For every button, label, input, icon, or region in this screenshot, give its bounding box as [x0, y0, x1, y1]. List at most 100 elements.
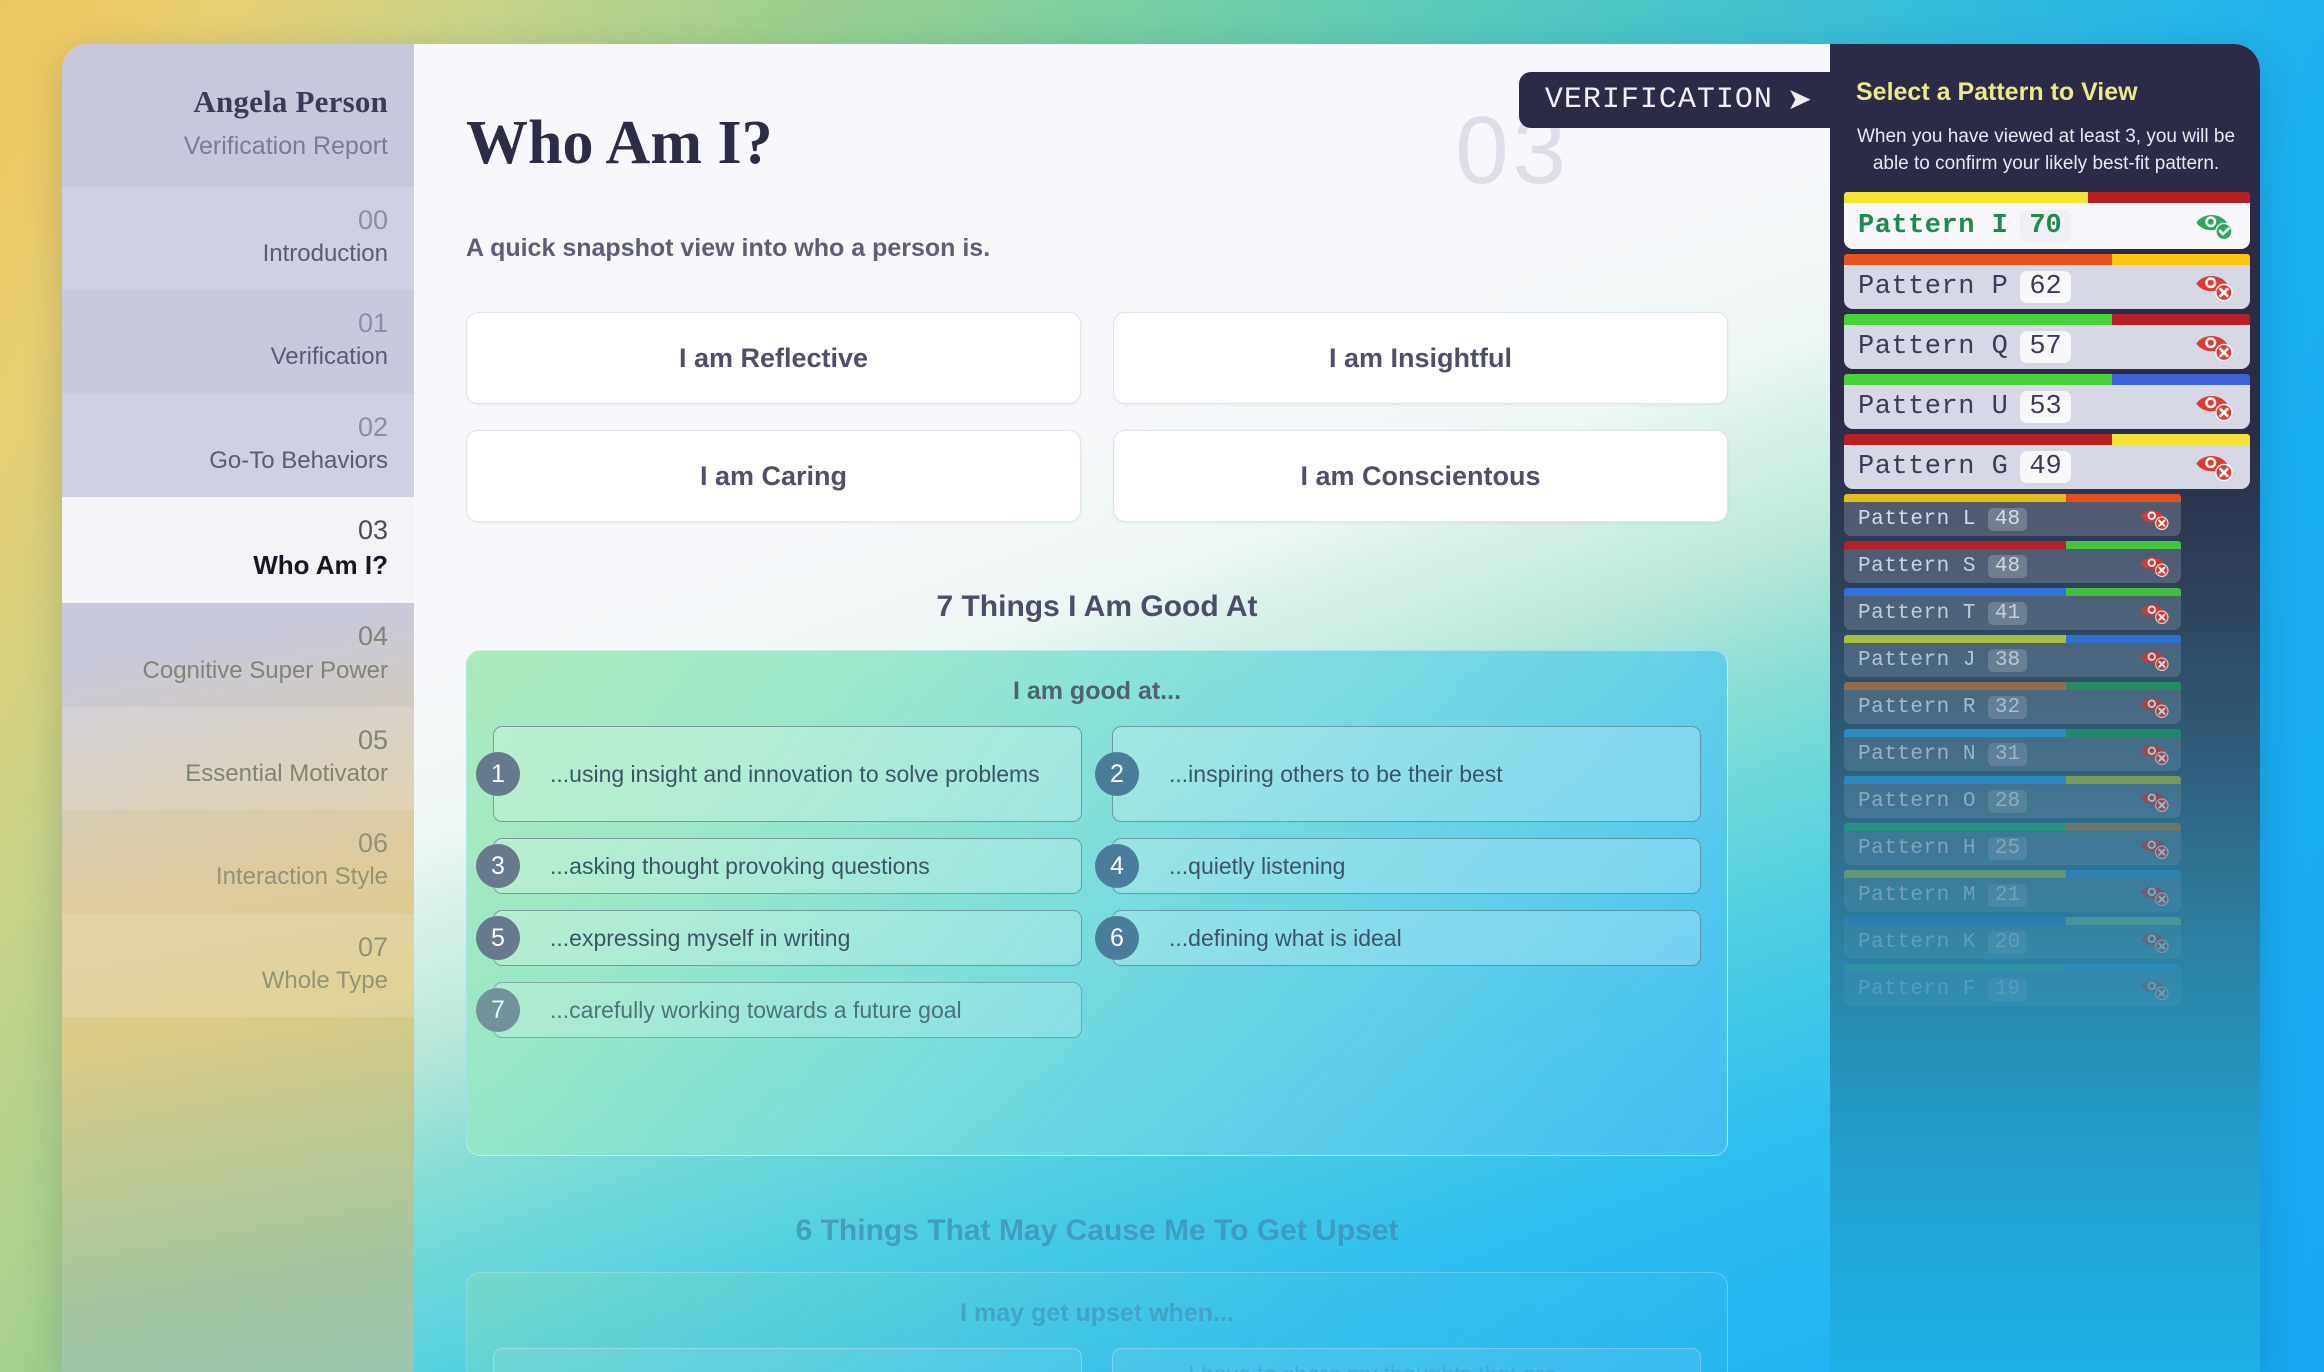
bar-segment-secondary [2066, 823, 2181, 831]
pattern-score: 20 [1987, 930, 2028, 954]
pattern-name: Pattern M [1858, 883, 1976, 907]
pattern-color-bar [1844, 964, 2181, 972]
i-am-card-1[interactable]: I am Reflective [466, 312, 1081, 404]
eye-x-icon[interactable] [2139, 741, 2171, 767]
bar-segment-secondary [2066, 729, 2181, 737]
i-am-card-4[interactable]: I am Conscientous [1113, 430, 1728, 522]
eye-check-icon[interactable] [2194, 209, 2236, 243]
bar-segment-primary [1844, 964, 2067, 972]
pattern-color-bar [1844, 434, 2250, 445]
pattern-row-O[interactable]: Pattern O 28 [1844, 776, 2181, 818]
pattern-row-N[interactable]: Pattern N 31 [1844, 729, 2181, 771]
sidebar-item-who-am-i[interactable]: 03 Who Am I? [62, 497, 414, 604]
sidebar-item-label: Essential Motivator [185, 759, 388, 787]
i-am-card-2[interactable]: I am Insightful [1113, 312, 1728, 404]
pattern-score: 25 [1987, 836, 2028, 860]
eye-x-icon[interactable] [2194, 270, 2236, 304]
pattern-score: 38 [1987, 648, 2028, 672]
pattern-color-bar [1844, 541, 2181, 549]
pattern-color-bar [1844, 917, 2181, 925]
pattern-row-body: Pattern L 48 [1844, 502, 2181, 536]
eye-x-icon[interactable] [2139, 647, 2171, 673]
pattern-row-T[interactable]: Pattern T 41 [1844, 588, 2181, 630]
bar-segment-secondary [2087, 192, 2250, 203]
good-at-item-7[interactable]: 7 ...carefully working towards a future g… [476, 982, 1082, 1038]
sidebar-item-introduction[interactable]: 00 Introduction [62, 187, 414, 291]
pattern-row-G[interactable]: Pattern G 49 [1844, 434, 2250, 489]
pattern-row-body: Pattern R 32 [1844, 690, 2181, 724]
i-am-card-3[interactable]: I am Caring [466, 430, 1081, 522]
eye-x-icon[interactable] [2139, 788, 2171, 814]
good-at-item-5[interactable]: 5 ...expressing myself in writing [476, 910, 1082, 966]
report-type: Verification Report [183, 132, 388, 160]
pattern-score: 49 [2020, 451, 2071, 483]
eye-x-icon[interactable] [2139, 600, 2171, 626]
pattern-color-bar [1844, 588, 2181, 596]
item-number-badge: 6 [1095, 916, 1139, 960]
item-text: ...quietly listening [1169, 852, 1346, 879]
pattern-row-R[interactable]: Pattern R 32 [1844, 682, 2181, 724]
item-number-badge: 2 [1095, 752, 1139, 796]
upset-item-2[interactable]: ...I have to share my thoughts that are [1112, 1348, 1701, 1372]
pattern-row-body: Pattern I 70 [1844, 203, 2250, 249]
eye-x-icon[interactable] [2194, 330, 2236, 364]
bar-segment-secondary [2111, 374, 2250, 385]
pattern-name: Pattern P [1858, 272, 2009, 302]
pattern-row-Q[interactable]: Pattern Q 57 [1844, 314, 2250, 369]
pattern-row-P[interactable]: Pattern P 62 [1844, 254, 2250, 309]
bar-segment-secondary [2066, 776, 2181, 784]
sidebar-item-interaction-style[interactable]: 06 Interaction Style [62, 810, 414, 913]
pattern-row-F[interactable]: Pattern F 19 [1844, 964, 2181, 1006]
verification-badge: VERIFICATION ➤ [1518, 72, 1830, 128]
good-at-item-4[interactable]: 4 ...quietly listening [1095, 838, 1701, 894]
pattern-row-S[interactable]: Pattern S 48 [1844, 541, 2181, 583]
sidebar-item-go-to-behaviors[interactable]: 02 Go-To Behaviors [62, 393, 414, 498]
pattern-score: 19 [1987, 977, 2028, 1001]
bar-segment-secondary [2066, 682, 2181, 690]
page-lede: A quick snapshot view into who a person … [466, 234, 991, 262]
upset-item-1[interactable] [493, 1348, 1082, 1372]
sidebar-item-whole-type[interactable]: 07 Whole Type [62, 913, 414, 1018]
eye-x-icon[interactable] [2139, 694, 2171, 720]
eye-x-icon[interactable] [2139, 835, 2171, 861]
pattern-row-M[interactable]: Pattern M 21 [1844, 870, 2181, 912]
eye-x-icon[interactable] [2139, 882, 2171, 908]
sidebar-item-verification[interactable]: 01 Verification [62, 290, 414, 393]
eye-x-icon[interactable] [2139, 929, 2171, 955]
pattern-name: Pattern S [1858, 554, 1976, 578]
eye-x-icon[interactable] [2139, 506, 2171, 532]
sidebar-item-essential-motivator[interactable]: 05 Essential Motivator [62, 706, 414, 811]
bar-segment-primary [1844, 494, 2067, 502]
sidebar-item-cognitive-super-power[interactable]: 04 Cognitive Super Power [62, 603, 414, 706]
item-text: ...expressing myself in writing [550, 924, 851, 951]
eye-x-icon[interactable] [2139, 976, 2171, 1002]
sidebar-item-number: 06 [357, 828, 388, 859]
pattern-row-body: Pattern P 62 [1844, 265, 2250, 309]
pattern-row-I[interactable]: Pattern I 70 [1844, 192, 2250, 249]
eye-x-icon[interactable] [2194, 390, 2236, 424]
page-title: Who Am I? [466, 109, 773, 177]
bar-segment-secondary [2066, 541, 2181, 549]
pattern-row-K[interactable]: Pattern K 20 [1844, 917, 2181, 959]
pattern-name: Pattern R [1858, 695, 1976, 719]
good-at-item-2[interactable]: 2 ...inspiring others to be their best [1095, 726, 1701, 822]
good-at-item-3[interactable]: 3 ...asking thought provoking questions [476, 838, 1082, 894]
eye-x-icon[interactable] [2139, 553, 2171, 579]
pattern-name: Pattern T [1858, 601, 1976, 625]
bar-segment-secondary [2111, 314, 2250, 325]
pattern-row-L[interactable]: Pattern L 48 [1844, 494, 2181, 536]
good-at-item-1[interactable]: 1 ...using insight and innovation to solv… [476, 726, 1082, 822]
pattern-name: Pattern F [1858, 977, 1976, 1001]
pattern-row-body: Pattern H 25 [1844, 831, 2181, 865]
eye-x-icon[interactable] [2194, 450, 2236, 484]
sidebar-item-label: Introduction [262, 240, 388, 268]
arrow-right-icon: ➤ [1786, 83, 1812, 116]
bar-segment-primary [1844, 374, 2112, 385]
pattern-row-U[interactable]: Pattern U 53 [1844, 374, 2250, 429]
report-card: Angela Person Verification Report 00 Intr… [62, 44, 2260, 1372]
pattern-color-bar [1844, 823, 2181, 831]
good-at-item-6[interactable]: 6 ...defining what is ideal [1095, 910, 1701, 966]
pattern-row-H[interactable]: Pattern H 25 [1844, 823, 2181, 865]
pattern-row-J[interactable]: Pattern J 38 [1844, 635, 2181, 677]
pattern-color-bar [1844, 776, 2181, 784]
